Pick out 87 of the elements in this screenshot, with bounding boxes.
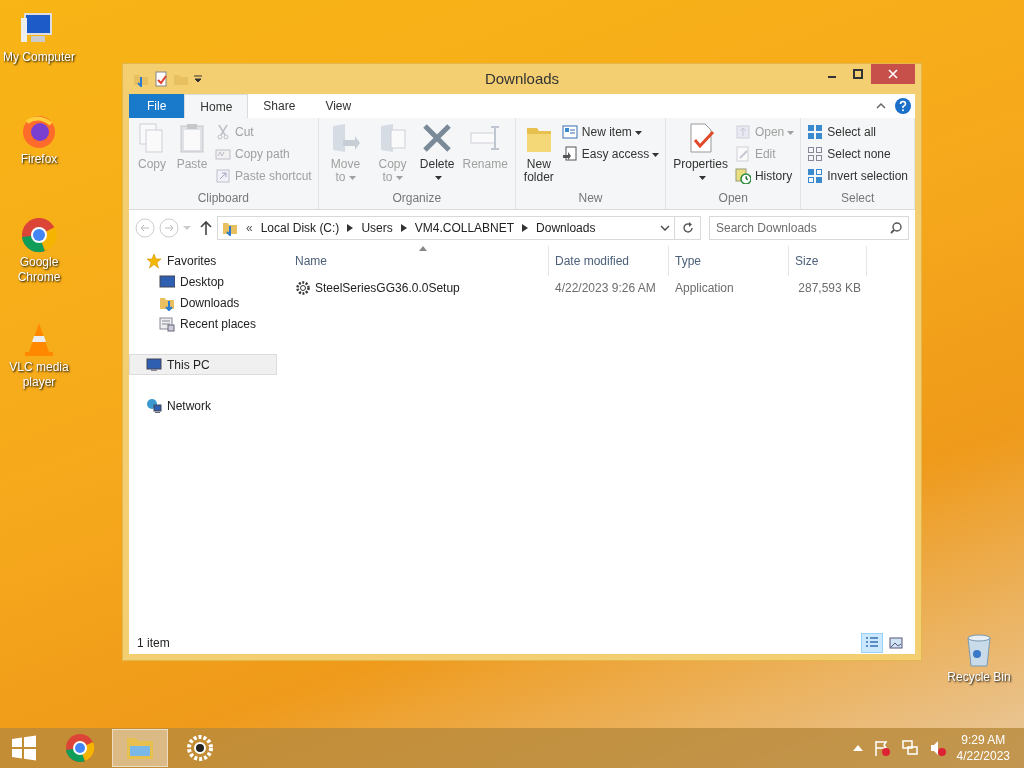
- window-title: Downloads: [484, 68, 560, 89]
- scissors-icon: [215, 124, 231, 140]
- properties-icon: [153, 71, 169, 87]
- ribbon-tab[interactable]: Home: [184, 94, 249, 118]
- chevron-down-icon: [660, 224, 670, 232]
- up-arrow-icon: [199, 220, 213, 236]
- ribbon-button[interactable]: Select all: [807, 122, 908, 142]
- dropdown-icon: [193, 74, 203, 84]
- breadcrumb[interactable]: VM4.COLLABNET: [414, 219, 515, 237]
- nav-item[interactable]: Desktop: [129, 271, 277, 292]
- chevron-right-icon: [400, 224, 407, 232]
- network-icon: [146, 397, 162, 414]
- ribbon-tab[interactable]: View: [310, 94, 367, 118]
- nav-item[interactable]: This PC: [129, 354, 277, 375]
- ribbon-button[interactable]: Easy access: [561, 144, 660, 164]
- monitor-icon: [159, 273, 175, 290]
- status-text: 1 item: [137, 635, 170, 652]
- breadcrumb-overflow[interactable]: «: [246, 219, 253, 237]
- back-icon: [135, 218, 155, 238]
- breadcrumb[interactable]: Downloads: [536, 219, 596, 237]
- open-icon: [734, 124, 751, 140]
- column-header[interactable]: Type: [669, 246, 789, 276]
- shortcut-icon: [215, 168, 231, 184]
- delete-icon: [421, 122, 454, 154]
- breadcrumb[interactable]: Local Disk (C:): [260, 219, 340, 237]
- ribbon-button[interactable]: Properties: [670, 122, 731, 184]
- ribbon-button[interactable]: Delete: [416, 122, 458, 184]
- nav-item[interactable]: Downloads: [129, 292, 277, 313]
- path-icon: [215, 146, 231, 162]
- nav-item[interactable]: Network: [129, 395, 277, 416]
- select-none-icon: [807, 146, 824, 162]
- speaker-muted-icon: [928, 739, 947, 757]
- ribbon-tab[interactable]: Share: [248, 94, 311, 118]
- file-name[interactable]: SteelSeriesGG36.0.0Setup: [315, 279, 460, 297]
- folder-icon: [222, 220, 238, 236]
- new-item-icon: [561, 124, 578, 140]
- flag-icon: [872, 739, 891, 757]
- nav-item[interactable]: Recent places: [129, 313, 277, 334]
- help-icon: [895, 98, 911, 114]
- table-cell-text: 4/22/2023 9:26 AM: [554, 280, 657, 297]
- minimize-icon: [828, 76, 836, 78]
- history-icon: [734, 168, 751, 184]
- star-icon: [146, 252, 162, 269]
- column-header[interactable]: Date modified: [549, 246, 669, 276]
- gear-icon: [184, 732, 216, 764]
- refresh-icon: [681, 222, 694, 234]
- ribbon-button[interactable]: Select none: [807, 144, 908, 164]
- dropdown-icon: [183, 225, 191, 231]
- show-hidden-icons-icon: [852, 745, 863, 751]
- chevron-right-icon: [347, 224, 354, 232]
- file-tab[interactable]: File: [129, 94, 185, 118]
- ribbon-button[interactable]: History: [734, 166, 795, 186]
- chevron-right-icon: [522, 224, 529, 232]
- invert-selection-icon: [807, 168, 824, 184]
- ribbon-button[interactable]: New item: [561, 122, 660, 142]
- table-cell-text: Application: [674, 280, 735, 297]
- browser-circle-icon: [64, 732, 96, 764]
- forward-icon: [159, 218, 179, 238]
- windows-logo-icon: [11, 735, 37, 761]
- breadcrumb[interactable]: Users: [361, 219, 393, 237]
- ribbon-button[interactable]: Invert selection: [807, 166, 908, 186]
- network-icon: [900, 739, 919, 757]
- easy-access-icon: [561, 146, 578, 162]
- group-label: Open: [717, 190, 749, 207]
- search-input[interactable]: Search Downloads: [710, 217, 890, 239]
- browser-circle-icon: [19, 215, 59, 255]
- view-button[interactable]: [861, 633, 883, 653]
- maximize-icon: [853, 69, 863, 79]
- ribbon-button[interactable]: New folder: [519, 122, 558, 184]
- sort-ascending-icon: [419, 246, 427, 251]
- search-icon: [890, 222, 902, 234]
- group-label: Organize: [391, 190, 443, 207]
- select-all-icon: [807, 124, 824, 140]
- group-label: Select: [839, 190, 876, 207]
- recent-places-icon: [159, 315, 175, 332]
- gear-icon: [295, 280, 311, 296]
- picture-icon: [888, 635, 904, 651]
- column-header[interactable]: Size: [789, 246, 867, 276]
- group-label: Clipboard: [196, 190, 251, 207]
- nav-item[interactable]: Favorites: [129, 250, 277, 271]
- edit-icon: [734, 146, 751, 162]
- group-label: New: [577, 190, 604, 207]
- monitor-icon: [146, 356, 162, 373]
- table-cell-text: 287,593 KB: [797, 280, 862, 297]
- search-field[interactable]: Search Downloads: [709, 216, 909, 240]
- close-icon: [888, 69, 898, 79]
- address-bar[interactable]: « Local Disk (C:) Users VM4.COLLABNET Downloads: [217, 216, 701, 240]
